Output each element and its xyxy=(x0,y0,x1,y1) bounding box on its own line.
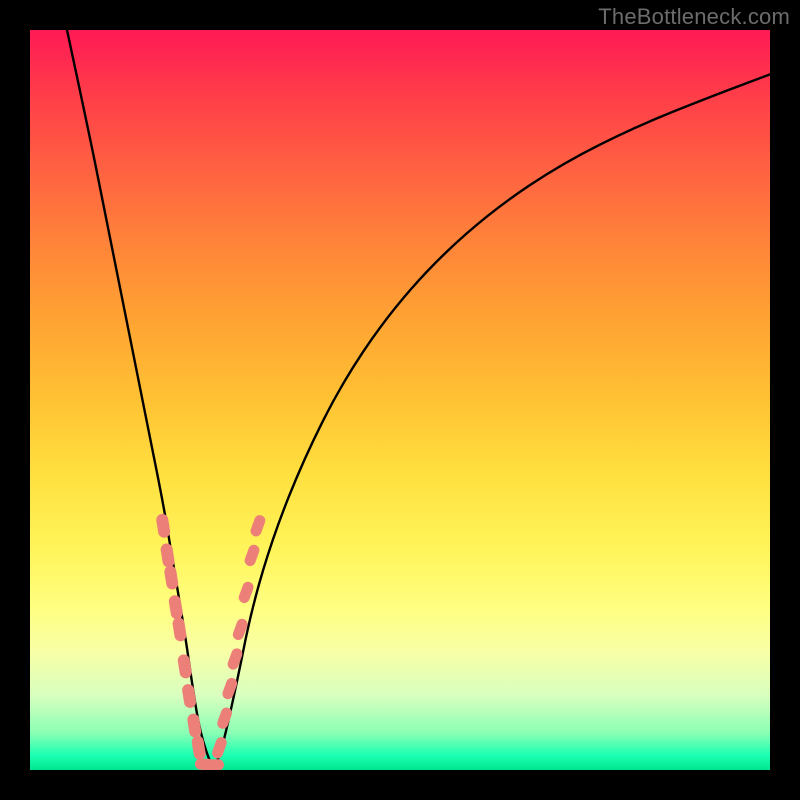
curve-path xyxy=(67,30,770,766)
curve-marker xyxy=(177,654,193,680)
curve-marker xyxy=(210,736,228,760)
chart-plot-area xyxy=(30,30,770,770)
chart-frame: TheBottleneck.com xyxy=(0,0,800,800)
curve-marker xyxy=(172,617,188,643)
curve-marker xyxy=(168,594,184,620)
curve-marker xyxy=(163,565,179,591)
curve-marker xyxy=(186,713,202,739)
watermark-text: TheBottleneck.com xyxy=(598,4,790,30)
curve-marker xyxy=(191,735,207,761)
curve-marker xyxy=(206,759,224,770)
curve-marker xyxy=(249,514,267,538)
curve-marker xyxy=(181,683,197,709)
curve-marker xyxy=(243,543,261,567)
curve-marker xyxy=(160,543,176,569)
curve-marker xyxy=(155,513,171,539)
bottleneck-curve xyxy=(30,30,770,770)
curve-marker xyxy=(237,580,255,604)
